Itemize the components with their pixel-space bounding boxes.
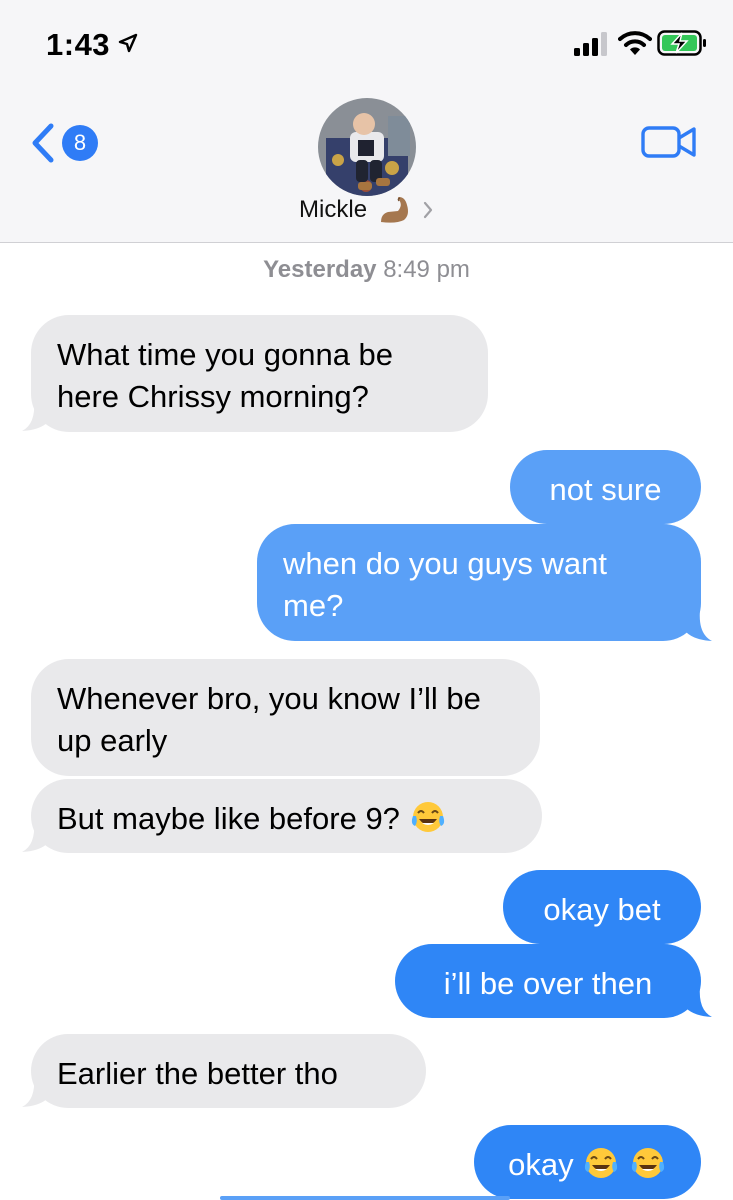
bubble-tail [22,1076,48,1107]
message-text: okay bet [543,892,661,927]
timestamp-day: Yesterday [263,256,377,283]
wifi-icon [618,31,652,55]
outgoing-message-bubble[interactable]: not sure [510,450,701,524]
incoming-message-bubble[interactable]: But maybe like before 9? [31,779,542,853]
outgoing-message-bubble[interactable]: i’ll be over then [395,944,701,1018]
outgoing-message-bubble[interactable]: okay bet [503,870,701,944]
message-text: not sure [549,472,662,507]
battery-charging-icon [657,30,706,56]
message-text: Whenever bro, you know I’ll be up early [57,681,481,758]
partial-outgoing-bubble-edge [220,1196,510,1200]
flexed-biceps-emoji [380,197,408,223]
bubble-tail [22,821,48,852]
chevron-left-icon [32,123,54,163]
unread-count-badge: 8 [62,125,98,161]
status-bar: 1:43 [0,0,733,90]
status-time: 1:43 [46,27,111,62]
outgoing-message-bubble[interactable]: okay [474,1125,701,1199]
bubble-tail [22,400,48,431]
contact-name: Mickle [299,196,368,223]
message-text: i’ll be over then [443,966,653,1001]
cellular-signal-icon [574,32,607,56]
incoming-message-bubble[interactable]: Whenever bro, you know I’ll be up early [31,659,540,776]
face-with-tears-of-joy-emoji [411,802,444,832]
chevron-right-icon [423,201,433,219]
incoming-message-bubble[interactable]: What time you gonna be here Chrissy morn… [31,315,488,432]
incoming-message-bubble[interactable]: Earlier the better tho [31,1034,426,1108]
message-text: when do you guys want me? [283,546,607,623]
message-timestamp: Yesterday 8:49 pm [0,256,733,284]
bubble-tail [686,986,712,1017]
bubble-tail [686,610,712,641]
video-call-icon[interactable] [641,124,697,160]
back-button[interactable]: 8 [30,122,100,164]
contact-name-button[interactable]: Mickle [0,195,733,229]
face-with-tears-of-joy-emoji [631,1148,664,1178]
message-text: But maybe like before 9? [57,801,400,836]
outgoing-message-bubble[interactable]: when do you guys want me? [257,524,701,641]
message-text: Earlier the better tho [57,1056,338,1091]
message-text: What time you gonna be here Chrissy morn… [57,337,394,414]
conversation-header: 8 Mickle [0,90,733,243]
face-with-tears-of-joy-emoji [585,1148,618,1178]
avatar-photo [318,98,416,196]
message-text: okay [508,1147,574,1182]
location-arrow-icon [118,33,138,53]
timestamp-time: 8:49 pm [383,256,470,283]
contact-avatar[interactable] [318,98,416,196]
